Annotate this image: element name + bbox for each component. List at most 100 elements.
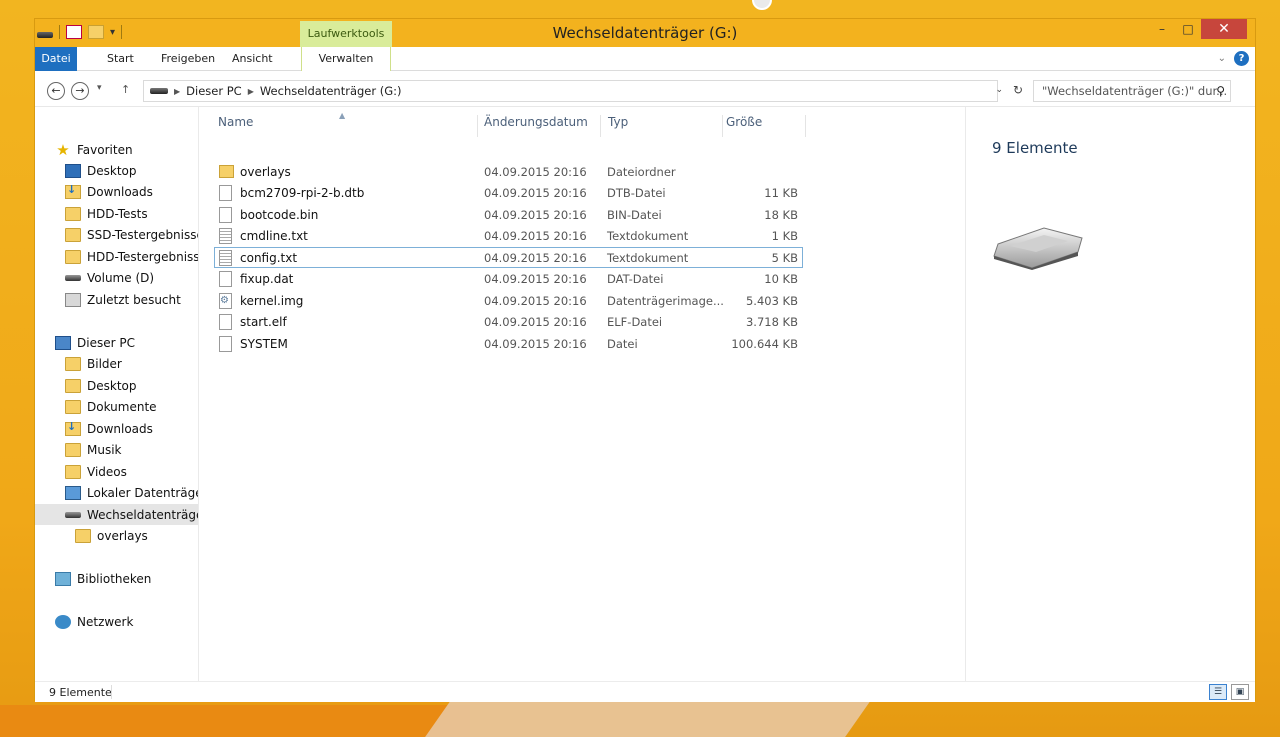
documents-folder-icon bbox=[65, 399, 81, 414]
tab-datei[interactable]: Datei bbox=[35, 47, 77, 71]
tab-start[interactable]: Start bbox=[107, 47, 134, 71]
nav-item-bilder[interactable]: Bilder bbox=[35, 353, 198, 374]
nav-label: Desktop bbox=[87, 163, 137, 178]
nav-label: HDD-Tests bbox=[87, 206, 148, 221]
recent-locations-icon[interactable]: ▾ bbox=[97, 83, 102, 93]
nav-item-zuletzt-besucht[interactable]: Zuletzt besucht bbox=[35, 289, 198, 310]
column-divider[interactable] bbox=[805, 115, 806, 137]
ribbon-controls: ⌄ ? bbox=[1218, 51, 1249, 66]
file-name-cell: overlays bbox=[219, 165, 291, 179]
search-placeholder: "Wechseldatenträger (G:)" dur... bbox=[1042, 84, 1228, 98]
nav-network[interactable]: Netzwerk bbox=[35, 611, 198, 632]
breadcrumb-separator-icon[interactable]: ▶ bbox=[174, 87, 180, 96]
address-bar[interactable]: ▶ Dieser PC ▶ Wechseldatenträger (G:) bbox=[143, 80, 998, 102]
back-button[interactable]: ← bbox=[47, 82, 65, 100]
nav-label: Wechseldatenträger bbox=[87, 507, 199, 522]
desktop-folder-icon bbox=[65, 378, 81, 393]
file-row[interactable]: kernel.img 04.09.2015 20:16 Datenträgeri… bbox=[214, 290, 803, 311]
file-date: 04.09.2015 20:16 bbox=[484, 314, 587, 329]
search-input[interactable]: "Wechseldatenträger (G:)" dur... ⚲ bbox=[1033, 80, 1231, 102]
file-type: Datenträgerimage... bbox=[607, 293, 724, 308]
removable-drive-icon bbox=[65, 511, 81, 518]
up-button[interactable]: ↑ bbox=[121, 83, 130, 96]
nav-item-downloads[interactable]: Downloads bbox=[35, 181, 198, 202]
divider bbox=[111, 685, 112, 699]
breadcrumb-drive[interactable]: Wechseldatenträger (G:) bbox=[260, 84, 402, 98]
refresh-icon[interactable]: ↻ bbox=[1013, 83, 1023, 97]
maximize-button[interactable]: □ bbox=[1175, 19, 1201, 39]
text-file-icon bbox=[219, 227, 232, 244]
minimize-button[interactable]: – bbox=[1149, 19, 1175, 39]
file-type: DTB-Datei bbox=[607, 185, 666, 200]
forward-button[interactable]: → bbox=[71, 82, 89, 100]
nav-item-wechseldatentraeger[interactable]: Wechseldatenträger bbox=[35, 504, 199, 525]
nav-item-desktop[interactable]: Desktop bbox=[35, 160, 198, 181]
window-controls: – □ ✕ bbox=[1149, 19, 1247, 39]
nav-item-musik[interactable]: Musik bbox=[35, 439, 198, 460]
file-row[interactable]: overlays 04.09.2015 20:16 Dateiordner bbox=[214, 161, 803, 182]
tab-ansicht[interactable]: Ansicht bbox=[232, 47, 273, 71]
file-row[interactable]: cmdline.txt 04.09.2015 20:16 Textdokumen… bbox=[214, 225, 803, 246]
nav-item-ssd-testergebnisse[interactable]: SSD-Testergebnisse bbox=[35, 224, 198, 245]
column-header-date[interactable]: Änderungsdatum bbox=[465, 107, 589, 137]
nav-label: Bibliotheken bbox=[77, 571, 152, 586]
file-row-selected[interactable]: config.txt 04.09.2015 20:16 Textdokument… bbox=[214, 247, 803, 268]
large-icons-view-icon[interactable]: ▣ bbox=[1231, 684, 1249, 700]
disk-image-icon bbox=[219, 292, 232, 309]
nav-item-volume-d[interactable]: Volume (D) bbox=[35, 267, 198, 288]
search-icon[interactable]: ⚲ bbox=[1216, 81, 1225, 101]
nav-label: Downloads bbox=[87, 184, 153, 199]
breadcrumb-separator-icon[interactable]: ▶ bbox=[248, 87, 254, 96]
nav-item-desktop-pc[interactable]: Desktop bbox=[35, 375, 198, 396]
file-row[interactable]: SYSTEM 04.09.2015 20:16 Datei 100.644 KB bbox=[214, 333, 803, 354]
column-header-type[interactable]: Typ bbox=[589, 107, 709, 137]
file-name: cmdline.txt bbox=[240, 228, 308, 243]
nav-libraries[interactable]: Bibliotheken bbox=[35, 568, 198, 589]
file-row[interactable]: bootcode.bin 04.09.2015 20:16 BIN-Datei … bbox=[214, 204, 803, 225]
file-name: SYSTEM bbox=[240, 336, 288, 351]
nav-item-hdd-testergebnisse[interactable]: HDD-Testergebnisse bbox=[35, 246, 198, 267]
star-icon: ★ bbox=[56, 140, 70, 159]
column-header-name[interactable]: Name bbox=[199, 107, 463, 137]
nav-item-dokumente[interactable]: Dokumente bbox=[35, 396, 198, 417]
help-icon[interactable]: ? bbox=[1234, 51, 1249, 66]
nav-item-lokaler-datentraeger[interactable]: Lokaler Datenträger bbox=[35, 482, 199, 503]
breadcrumb-dieser-pc[interactable]: Dieser PC bbox=[186, 84, 242, 98]
file-list: ▲ Name Änderungsdatum Typ Größe overlays… bbox=[199, 107, 966, 681]
view-switcher: ☰ ▣ bbox=[1209, 684, 1249, 700]
file-size: 3.718 KB bbox=[745, 314, 798, 329]
nav-item-downloads-pc[interactable]: Downloads bbox=[35, 418, 198, 439]
nav-label: overlays bbox=[97, 528, 148, 543]
folder-icon bbox=[75, 528, 91, 543]
folder-icon bbox=[65, 206, 81, 221]
computer-icon bbox=[55, 335, 71, 350]
address-history-icon[interactable]: ⌄ bbox=[995, 85, 1003, 95]
details-view-icon[interactable]: ☰ bbox=[1209, 684, 1227, 700]
desktop-background-shape bbox=[0, 705, 470, 737]
close-button[interactable]: ✕ bbox=[1201, 19, 1247, 39]
nav-label: Videos bbox=[87, 464, 127, 479]
nav-this-pc[interactable]: Dieser PC bbox=[35, 332, 198, 353]
expand-ribbon-icon[interactable]: ⌄ bbox=[1218, 53, 1226, 64]
file-size: 100.644 KB bbox=[731, 336, 798, 351]
nav-item-hdd-tests[interactable]: HDD-Tests bbox=[35, 203, 198, 224]
file-icon bbox=[219, 313, 232, 330]
nav-item-videos[interactable]: Videos bbox=[35, 461, 198, 482]
details-pane: 9 Elemente bbox=[966, 107, 1257, 681]
file-row[interactable]: start.elf 04.09.2015 20:16 ELF-Datei 3.7… bbox=[214, 311, 803, 332]
nav-item-overlays[interactable]: overlays bbox=[35, 525, 198, 546]
file-size: 10 KB bbox=[764, 271, 798, 286]
file-name-cell: bcm2709-rpi-2-b.dtb bbox=[219, 184, 365, 201]
nav-favorites[interactable]: ★ Favoriten bbox=[35, 139, 198, 160]
column-header-size[interactable]: Größe bbox=[707, 107, 807, 137]
tab-verwalten[interactable]: Verwalten bbox=[301, 47, 391, 71]
file-name-cell: kernel.img bbox=[219, 292, 303, 309]
file-size: 1 KB bbox=[771, 228, 798, 243]
tab-freigeben[interactable]: Freigeben bbox=[161, 47, 215, 71]
file-name: bcm2709-rpi-2-b.dtb bbox=[240, 185, 365, 200]
file-row[interactable]: bcm2709-rpi-2-b.dtb 04.09.2015 20:16 DTB… bbox=[214, 182, 803, 203]
file-name: fixup.dat bbox=[240, 271, 294, 286]
file-row[interactable]: fixup.dat 04.09.2015 20:16 DAT-Datei 10 … bbox=[214, 268, 803, 289]
main-content: ★ Favoriten Desktop Downloads HDD-Tests … bbox=[35, 107, 1255, 681]
nav-label: Lokaler Datenträger bbox=[87, 485, 199, 500]
